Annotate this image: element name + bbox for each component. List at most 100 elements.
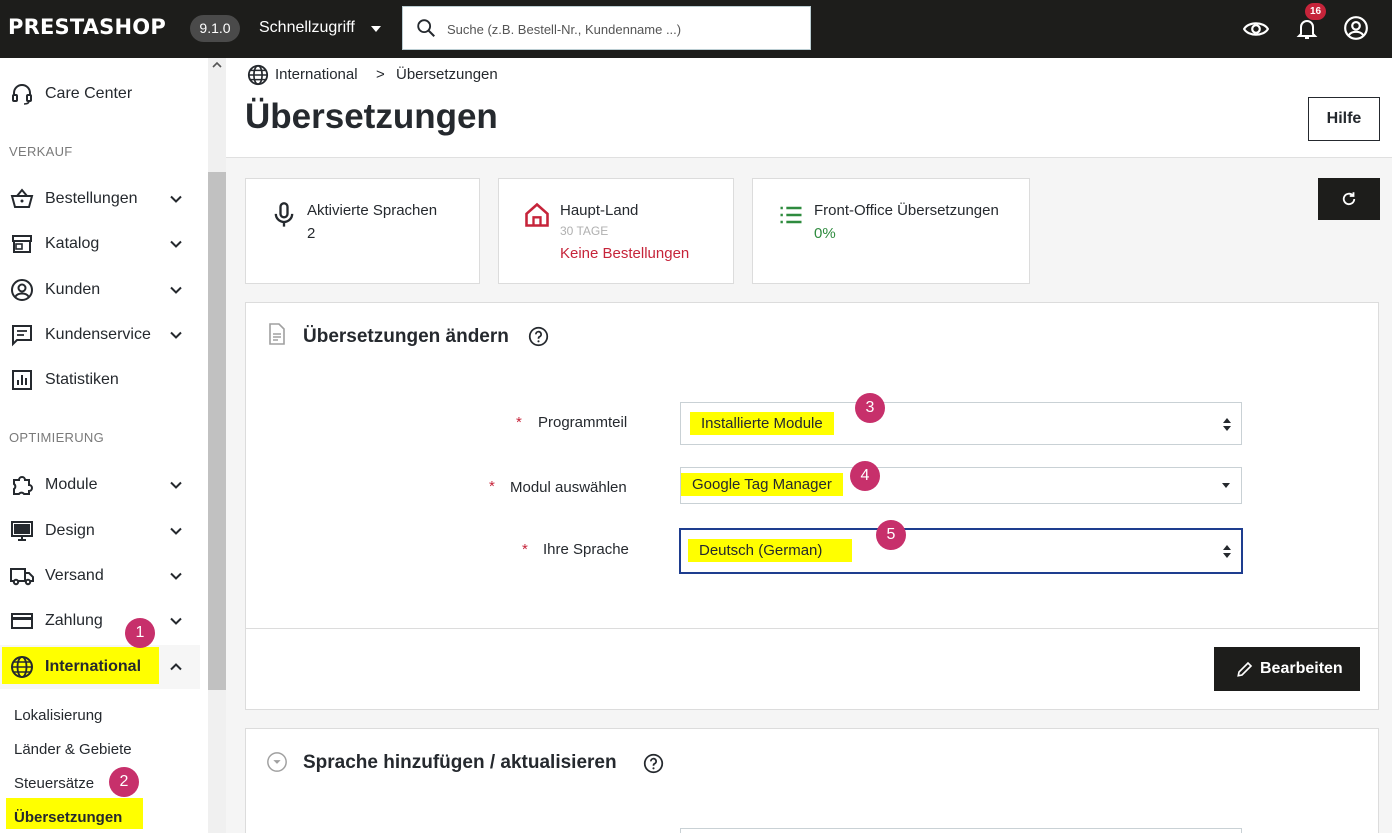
search-icon[interactable] — [415, 17, 437, 39]
sidebar-item-label: Katalog — [45, 235, 100, 252]
scroll-up-icon[interactable] — [212, 60, 222, 70]
sidebar-item-statistics[interactable]: Statistiken — [0, 360, 200, 400]
select-value: Deutsch (German) — [688, 539, 852, 562]
sidebar-item-catalog[interactable]: Katalog — [0, 224, 200, 264]
user-account-icon[interactable] — [1343, 15, 1369, 41]
partial-select[interactable] — [680, 828, 1242, 833]
field-label-your-language: Ihre Sprache — [543, 541, 629, 558]
prestashop-logo[interactable]: PRESTASHOP — [8, 15, 166, 39]
chevron-down-icon[interactable] — [168, 282, 184, 298]
puzzle-icon — [13, 476, 33, 495]
truck-icon — [10, 568, 34, 586]
submenu-localization[interactable]: Lokalisierung — [14, 707, 102, 724]
caret-down-icon — [1222, 483, 1230, 488]
help-circle-icon[interactable] — [528, 326, 549, 347]
card-title: Sprache hinzufügen / aktualisieren — [303, 752, 617, 773]
microphone-icon — [274, 202, 294, 227]
quick-access-button[interactable]: Schnellzugriff — [259, 19, 355, 37]
sidebar-item-label: International — [45, 658, 142, 675]
step-marker: 1 — [125, 618, 155, 648]
chat-icon — [12, 325, 32, 347]
chevron-down-icon[interactable] — [168, 236, 184, 252]
field-label-program-part: Programmteil — [538, 414, 628, 431]
sidebar-item-design[interactable]: Design — [0, 511, 200, 551]
kpi-front-office-translations: Front-Office Übersetzungen 0% — [752, 178, 1030, 284]
home-icon — [525, 202, 549, 227]
sidebar-section-optimization: OPTIMIERUNG — [9, 430, 105, 445]
step-marker: 2 — [109, 767, 139, 797]
pencil-icon — [1237, 661, 1253, 677]
sidebar-scrollbar-thumb[interactable] — [208, 172, 226, 690]
required-asterisk: * — [516, 414, 522, 431]
required-asterisk: * — [522, 541, 528, 558]
sidebar-item-care-center[interactable]: Care Center — [0, 74, 200, 114]
chevron-down-icon[interactable] — [168, 568, 184, 584]
sort-arrows-icon — [1223, 545, 1231, 558]
sidebar-item-customer-service[interactable]: Kundenservice — [0, 315, 200, 355]
user-circle-icon — [11, 279, 33, 301]
add-language-card — [245, 728, 1379, 833]
sidebar-item-label: Kundenservice — [45, 326, 151, 343]
sidebar-item-label: Zahlung — [45, 612, 103, 629]
chevron-down-icon[interactable] — [168, 191, 184, 207]
field-label-module-select: Modul auswählen — [510, 479, 627, 496]
sidebar-item-orders[interactable]: Bestellungen — [0, 179, 200, 219]
kpi-value: Keine Bestellungen — [560, 245, 690, 262]
language-select[interactable]: Deutsch (German) — [679, 528, 1243, 574]
eye-icon[interactable] — [1243, 16, 1269, 42]
kpi-active-languages: Aktivierte Sprachen 2 — [245, 178, 480, 284]
sidebar-item-international[interactable]: International — [0, 645, 200, 689]
chevron-down-icon[interactable] — [168, 477, 184, 493]
monitor-icon — [11, 521, 33, 541]
edit-button[interactable]: Bearbeiten — [1214, 647, 1360, 691]
breadcrumb-separator: > — [376, 66, 385, 83]
edit-button-label: Bearbeiten — [1260, 660, 1343, 677]
step-marker: 5 — [876, 520, 906, 550]
chevron-up-icon[interactable] — [168, 659, 184, 675]
notification-badge: 16 — [1305, 3, 1326, 20]
refresh-button[interactable] — [1318, 178, 1380, 220]
document-icon — [269, 323, 285, 345]
kpi-value: 2 — [307, 225, 316, 242]
sidebar-item-label: Kunden — [45, 281, 101, 298]
kpi-value: 0% — [814, 225, 836, 242]
bell-icon[interactable] — [1295, 17, 1319, 41]
sidebar-item-shipping[interactable]: Versand — [0, 556, 200, 596]
chevron-down-icon[interactable] — [168, 327, 184, 343]
caret-down-icon[interactable] — [371, 26, 381, 32]
chevron-down-icon[interactable] — [168, 613, 184, 629]
help-button[interactable]: Hilfe — [1308, 97, 1380, 141]
sidebar-item-payment[interactable]: Zahlung — [0, 601, 200, 641]
store-icon — [12, 235, 32, 253]
program-part-select[interactable]: Installierte Module — [680, 402, 1242, 445]
sidebar-item-modules[interactable]: Module — [0, 465, 200, 505]
top-bar: PRESTASHOP 9.1.0 Schnellzugriff 16 — [0, 0, 1392, 58]
chevron-down-icon[interactable] — [168, 523, 184, 539]
sidebar-item-label: Statistiken — [45, 371, 119, 388]
module-select[interactable]: Google Tag Manager — [680, 467, 1242, 504]
submenu-taxes[interactable]: Steuersätze — [14, 775, 94, 792]
submenu-translations[interactable]: Übersetzungen — [14, 809, 122, 826]
sidebar-section-sales: VERKAUF — [9, 144, 73, 159]
search-input[interactable] — [447, 17, 802, 41]
kpi-main-country: Haupt-Land 30 TAGE Keine Bestellungen — [498, 178, 734, 284]
modify-translations-card — [245, 302, 1379, 710]
submenu-countries-zones[interactable]: Länder & Gebiete — [14, 741, 132, 758]
breadcrumb-current: Übersetzungen — [396, 66, 498, 83]
bar-chart-icon — [12, 370, 32, 390]
help-circle-icon[interactable] — [643, 753, 664, 774]
select-value: Google Tag Manager — [681, 473, 843, 496]
step-marker: 4 — [850, 461, 880, 491]
kpi-title: Front-Office Übersetzungen — [814, 202, 999, 219]
sort-arrows-icon — [1223, 418, 1231, 431]
chevron-circle-down-icon[interactable] — [266, 751, 288, 773]
sidebar-item-label: Module — [45, 476, 98, 493]
kpi-period: 30 TAGE — [560, 224, 609, 238]
globe-icon — [11, 656, 33, 678]
search-bar[interactable] — [402, 6, 811, 50]
breadcrumb-parent[interactable]: International — [275, 66, 358, 83]
sidebar-item-customers[interactable]: Kunden — [0, 270, 200, 310]
basket-icon — [10, 188, 34, 208]
card-footer-divider — [246, 628, 1378, 629]
version-badge: 9.1.0 — [190, 15, 240, 42]
